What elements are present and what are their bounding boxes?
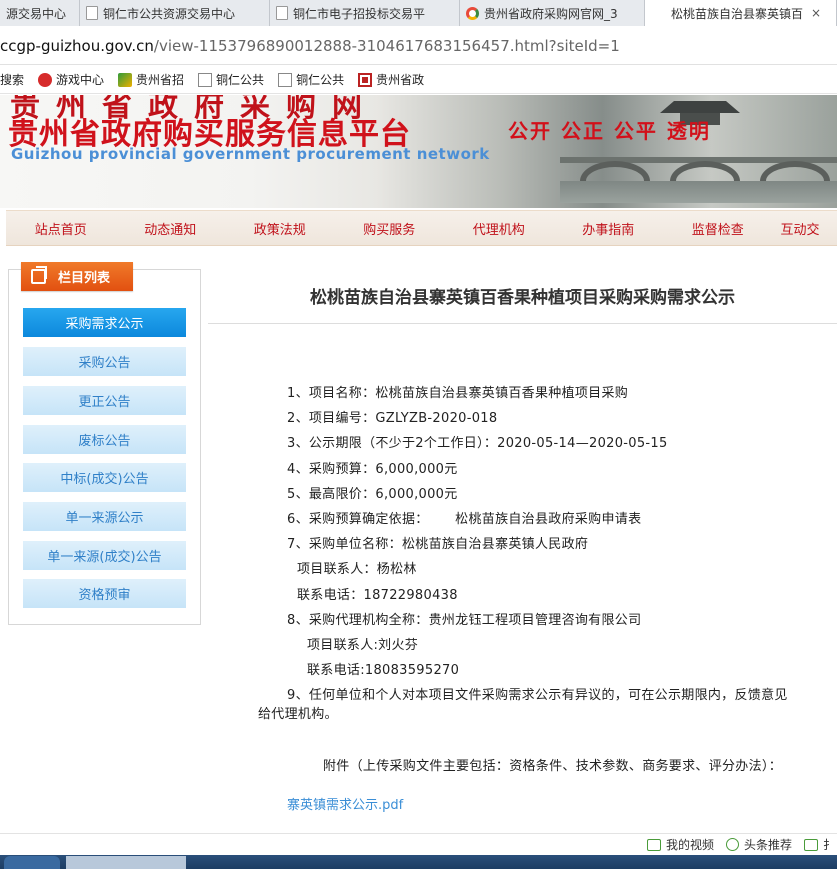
site-banner: 贵州省政府采购网 贵州省政府购买服务信息平台 Guizhou provincia… (0, 95, 837, 208)
article-line: 项目联系人：杨松林 (297, 562, 417, 577)
article-line: 项目联系人:刘火芬 (307, 638, 419, 653)
sidebar-item-demand-notice[interactable]: 采购需求公示 (23, 308, 186, 337)
browser-tab-active[interactable]: 松桃苗族自治县寨英镇百 × (645, 0, 837, 26)
main-nav: 站点首页 动态通知 政策法规 购买服务 代理机构 办事指南 监督检查 互动交 (6, 210, 837, 246)
browser-tab-strip: 源交易中心 铜仁市公共资源交易中心 铜仁市电子招投标交易平 贵州省政府采购网官网… (0, 0, 837, 26)
sidebar-item-correction-notice[interactable]: 更正公告 (23, 386, 186, 415)
browser-tab[interactable]: 源交易中心 (0, 0, 80, 26)
banner-slogan: 公开 公正 公平 透明 (508, 119, 711, 143)
globe-icon (466, 6, 479, 20)
sidebar-item-procurement-notice[interactable]: 采购公告 (23, 347, 186, 376)
page-title: 松桃苗族自治县寨英镇百香果种植项目采购采购需求公示 (310, 288, 735, 308)
article-line: 联系电话:18083595270 (307, 663, 460, 678)
divider (208, 323, 837, 324)
close-icon[interactable]: × (811, 6, 821, 20)
article-line: 给代理机构。 (258, 707, 338, 722)
sidebar-item-award-notice[interactable]: 中标(成交)公告 (23, 463, 186, 492)
bookmark-item[interactable]: 铜仁公共 (198, 71, 264, 88)
folder-icon (31, 266, 47, 284)
page-icon (276, 6, 288, 20)
article-line: 联系电话：18722980438 (297, 588, 458, 603)
game-icon (38, 72, 53, 87)
my-video-button[interactable]: 我的视频 (646, 836, 714, 853)
bookmark-item[interactable]: 铜仁公共 (278, 71, 344, 88)
tab-title: 贵州省政府采购网官网_3 (484, 6, 618, 21)
tab-title: 铜仁市电子招投标交易平 (293, 6, 426, 21)
attachment-note: 附件（上传采购文件主要包括：资格条件、技术参数、商务要求、评分办法）： (323, 759, 783, 774)
bookmark-item[interactable]: 贵州省政 (358, 71, 424, 88)
address-bar[interactable]: ccgp-guizhou.gov.cn/view-115379689001288… (0, 27, 837, 65)
status-label: 扌 (822, 838, 835, 852)
status-label: 我的视频 (665, 838, 714, 852)
bookmark-label: 铜仁公共 (216, 73, 265, 87)
page-icon (86, 6, 98, 20)
attachment-link[interactable]: 寨英镇需求公示.pdf (287, 794, 403, 813)
nav-item-guide[interactable]: 办事指南 (554, 219, 664, 238)
article-line: 6、采购预算确定依据： 松桃苗族自治县政府采购申请表 (287, 512, 642, 527)
browser-tab[interactable]: 铜仁市公共资源交易中心 (80, 0, 270, 26)
page-icon (278, 72, 293, 87)
sidebar-heading: 栏目列表 (21, 262, 133, 291)
article-line: 9、任何单位和个人对本项目文件采购需求公示有异议的，可在公示期限内，反馈意见 (287, 688, 788, 703)
url-path: /view-1153796890012888-3104617683156457.… (153, 37, 620, 55)
bookmark-item[interactable]: 游戏中心 (38, 71, 104, 88)
browser-tab[interactable]: 铜仁市电子招投标交易平 (270, 0, 460, 26)
banner-subtitle: Guizhou provincial government procuremen… (11, 145, 490, 163)
square-icon (803, 838, 818, 851)
more-button[interactable]: 扌 (803, 836, 835, 853)
sidebar-heading-label: 栏目列表 (58, 271, 111, 286)
article-line: 2、项目编号：GZLYZB-2020-018 (287, 411, 498, 426)
nav-item-services[interactable]: 购买服务 (335, 219, 445, 238)
taskbar-item[interactable] (66, 856, 186, 869)
nav-item-news[interactable]: 动态通知 (116, 219, 226, 238)
os-taskbar (0, 855, 837, 869)
page-icon (198, 72, 213, 87)
tab-title: 源交易中心 (6, 6, 67, 21)
nav-item-supervision[interactable]: 监督检查 (663, 219, 773, 238)
bookmark-label: 搜索 (0, 73, 25, 87)
browser-status-bar: 我的视频 头条推荐 扌 (0, 833, 837, 855)
tab-title: 铜仁市公共资源交易中心 (103, 6, 236, 21)
bookmarks-bar: 搜索 游戏中心 贵州省招 铜仁公共 铜仁公共 贵州省政 (0, 66, 837, 94)
bookmark-label: 铜仁公共 (296, 73, 345, 87)
article-line: 8、采购代理机构全称：贵州龙钰工程项目管理咨询有限公司 (287, 613, 642, 628)
play-icon (725, 838, 739, 851)
nav-item-home[interactable]: 站点首页 (6, 219, 116, 238)
headline-button[interactable]: 头条推荐 (725, 836, 792, 853)
bookmark-item[interactable]: 贵州省招 (118, 71, 184, 88)
nav-item-interaction[interactable]: 互动交 (773, 219, 833, 238)
article-line: 1、项目名称：松桃苗族自治县寨英镇百香果种植项目采购 (287, 386, 629, 401)
bookmark-label: 游戏中心 (56, 73, 105, 87)
sidebar-item-prequalification[interactable]: 资格预审 (23, 579, 186, 608)
article-line: 4、采购预算：6,000,000元 (287, 462, 458, 477)
sidebar-item-single-source-award[interactable]: 单一来源(成交)公告 (23, 541, 186, 570)
sidebar-item-single-source[interactable]: 单一来源公示 (23, 502, 186, 531)
article-line: 7、采购单位名称：松桃苗族自治县寨英镇人民政府 (287, 537, 589, 552)
url-host: ccgp-guizhou.gov.cn (0, 37, 154, 55)
start-button[interactable] (4, 856, 60, 869)
status-label: 头条推荐 (743, 838, 792, 852)
article-line: 5、最高限价：6,000,000元 (287, 487, 458, 502)
article-line: 3、公示期限（不少于2个工作日）：2020-05-14—2020-05-15 (287, 436, 668, 451)
sidebar: 栏目列表 采购需求公示 采购公告 更正公告 废标公告 中标(成交)公告 单一来源… (8, 262, 201, 625)
leaf-icon (118, 72, 133, 87)
video-icon (646, 838, 661, 851)
red-square-icon (358, 72, 373, 87)
tab-title: 松桃苗族自治县寨英镇百 (671, 6, 804, 21)
bookmark-label: 贵州省招 (136, 73, 185, 87)
bookmark-label: 贵州省政 (376, 73, 425, 87)
bookmark-item[interactable]: 搜索 (0, 71, 24, 88)
nav-item-policy[interactable]: 政策法规 (225, 219, 335, 238)
sidebar-item-void-notice[interactable]: 废标公告 (23, 425, 186, 454)
browser-tab[interactable]: 贵州省政府采购网官网_3 (460, 0, 645, 26)
nav-item-agencies[interactable]: 代理机构 (444, 219, 554, 238)
